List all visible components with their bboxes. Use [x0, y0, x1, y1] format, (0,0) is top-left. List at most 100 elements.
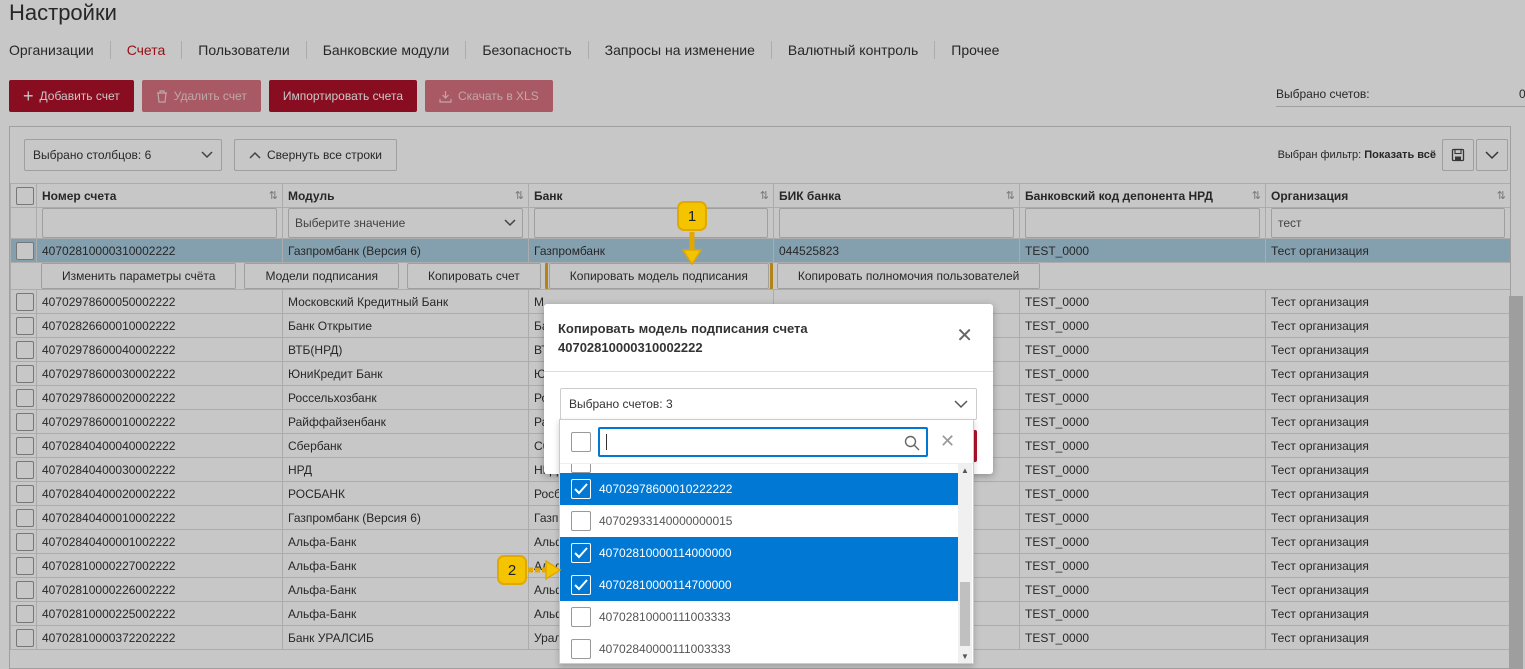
annotation-arrow-down-icon	[681, 232, 703, 266]
settings-tabs: Организации Счета Пользователи Банковские м…	[9, 40, 1015, 60]
header-account[interactable]: Номер счета ⇅	[36, 183, 283, 208]
row-checkbox[interactable]	[16, 412, 34, 431]
row-checkbox[interactable]	[16, 388, 34, 407]
row-action-button-1[interactable]: Модели подписания	[244, 263, 399, 289]
dropdown-scroll-thumb[interactable]	[960, 582, 970, 646]
scroll-down-icon[interactable]: ▼	[961, 652, 969, 661]
bank-filter-input[interactable]	[534, 208, 768, 238]
row-checkbox[interactable]	[16, 364, 34, 383]
row-action-button-2[interactable]: Копировать счет	[406, 263, 541, 289]
sort-icon[interactable]: ⇅	[1252, 189, 1261, 202]
cell-module: Альфа-Банк	[282, 529, 529, 554]
account-filter-input[interactable]	[42, 208, 277, 238]
active-filter: Выбран фильтр: Показать всё	[1278, 149, 1436, 161]
row-action-button-4[interactable]: Копировать полномочия пользователей	[776, 263, 1041, 289]
import-accounts-button[interactable]: Импортировать счета	[268, 80, 417, 112]
row-checkbox[interactable]	[16, 580, 34, 599]
tab-0[interactable]: Организации	[9, 41, 110, 59]
sort-icon[interactable]: ⇅	[515, 189, 524, 202]
row-checkbox[interactable]	[16, 241, 34, 260]
row-action-button-0[interactable]: Изменить параметры счёта	[41, 263, 237, 289]
list-item[interactable]: 40702810000114700000	[560, 569, 958, 601]
option-checkbox[interactable]	[571, 607, 591, 627]
header-label: Модуль	[288, 188, 335, 203]
collapse-all-rows-button[interactable]: Свернуть все строки	[234, 139, 397, 171]
row-checkbox[interactable]	[16, 460, 34, 479]
row-checkbox[interactable]	[16, 604, 34, 623]
row-checkbox[interactable]	[16, 628, 34, 647]
option-checkbox[interactable]	[571, 639, 591, 659]
filter-menu-button[interactable]	[1476, 139, 1508, 171]
row-checkbox[interactable]	[16, 316, 34, 335]
row-checkbox[interactable]	[16, 340, 34, 359]
bik-filter-input[interactable]	[779, 208, 1014, 238]
cell-account: 40702840400030002222	[36, 457, 283, 482]
row-checkbox[interactable]	[16, 556, 34, 575]
scroll-up-icon[interactable]: ▲	[961, 466, 969, 475]
header-bik[interactable]: БИК банка ⇅	[773, 183, 1020, 208]
dropdown-search-input[interactable]	[598, 427, 928, 457]
sort-icon[interactable]: ⇅	[760, 189, 769, 202]
close-icon[interactable]: ✕	[956, 326, 973, 346]
select-all-checkbox[interactable]	[16, 186, 34, 205]
add-account-button[interactable]: + Добавить счет	[9, 80, 134, 112]
list-item[interactable]: 40702810000111003333	[560, 601, 958, 633]
cell-account: 40702840400020002222	[36, 481, 283, 506]
clear-search-icon[interactable]: ✕	[940, 432, 955, 450]
row-checkbox[interactable]	[16, 484, 34, 503]
tab-5[interactable]: Запросы на изменение	[587, 41, 771, 59]
list-item[interactable]: 40702810000114000000	[560, 537, 958, 569]
delete-account-button[interactable]: Удалить счет	[141, 80, 261, 112]
header-org[interactable]: Организация ⇅	[1265, 183, 1510, 208]
row-action-button-3[interactable]: Копировать модель подписания	[544, 263, 773, 289]
download-xls-button[interactable]: Скачать в XLS	[425, 80, 553, 112]
columns-select[interactable]: Выбрано столбцов: 6	[24, 139, 222, 171]
nrd-filter-input[interactable]	[1025, 208, 1260, 238]
row-checkbox-cell	[10, 625, 37, 650]
sort-icon[interactable]: ⇅	[1006, 189, 1015, 202]
header-bank[interactable]: Банк ⇅	[528, 183, 774, 208]
save-filter-button[interactable]	[1442, 139, 1474, 171]
accounts-multiselect[interactable]: Выбрано счетов: 3	[560, 388, 977, 420]
module-filter-select[interactable]: Выберите значение	[288, 208, 523, 238]
filter-prefix: Выбран фильтр:	[1277, 149, 1362, 161]
list-item[interactable]: 40702978600010222222	[560, 473, 958, 505]
header-select-all[interactable]	[10, 183, 37, 208]
tab-6[interactable]: Валютный контроль	[770, 41, 934, 59]
text-caret	[606, 434, 607, 450]
checked-checkbox-icon[interactable]	[571, 479, 591, 499]
table-row-selected[interactable]: 40702810000310002222 Газпромбанк (Версия…	[10, 238, 1510, 263]
org-filter-input[interactable]: тест	[1271, 208, 1505, 238]
header-label: Организация	[1271, 188, 1349, 203]
option-label: 40702810000114700000	[599, 578, 732, 592]
header-nrd[interactable]: Банковский код депонента НРД ⇅	[1019, 183, 1266, 208]
trash-icon	[156, 89, 167, 103]
row-checkbox[interactable]	[16, 292, 34, 311]
list-item[interactable]: 40702933140000000015	[560, 505, 958, 537]
select-all-options-checkbox[interactable]	[571, 432, 591, 452]
import-accounts-label: Импортировать счета	[282, 89, 403, 103]
tab-3[interactable]: Банковские модули	[305, 41, 466, 59]
row-checkbox-cell	[10, 505, 37, 530]
header-module[interactable]: Модуль ⇅	[282, 183, 529, 208]
cell-org: Тест организация	[1265, 577, 1510, 602]
checked-checkbox-icon[interactable]	[571, 575, 591, 595]
sort-icon[interactable]: ⇅	[269, 189, 278, 202]
checked-checkbox-icon[interactable]	[571, 543, 591, 563]
list-item[interactable]: 40702840000111003333	[560, 633, 958, 663]
grid-scrollbar[interactable]	[1509, 296, 1523, 669]
tab-1[interactable]: Счета	[109, 41, 182, 59]
row-checkbox[interactable]	[16, 508, 34, 527]
cell-org: Тест организация	[1265, 505, 1510, 530]
row-checkbox[interactable]	[16, 532, 34, 551]
cell-org: Тест организация	[1265, 361, 1510, 386]
tab-4[interactable]: Безопасность	[465, 41, 587, 59]
tab-7[interactable]: Прочее	[934, 41, 1015, 59]
tab-2[interactable]: Пользователи	[181, 41, 305, 59]
sort-icon[interactable]: ⇅	[1497, 189, 1506, 202]
dropdown-scrollbar[interactable]: ▲ ▼	[958, 464, 972, 663]
cell-org: Тест организация	[1265, 553, 1510, 578]
option-checkbox[interactable]	[571, 511, 591, 531]
cell-nrd: TEST_0000	[1019, 481, 1266, 506]
row-checkbox[interactable]	[16, 436, 34, 455]
